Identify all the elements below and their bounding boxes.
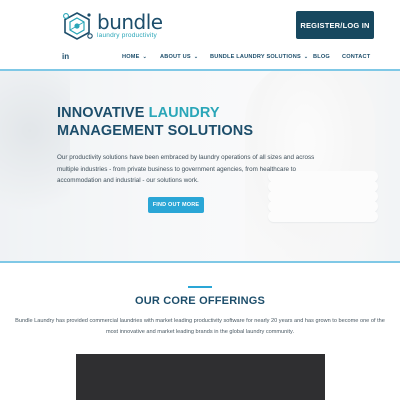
brand-tagline: laundry productivity — [97, 32, 157, 40]
brand-wordmark: bundle laundry productivity — [97, 12, 163, 40]
hero-title-part2: MANAGEMENT SOLUTIONS — [57, 123, 254, 139]
nav-item-label: BLOG — [313, 54, 330, 60]
hero-description: Our productivity solutions have been emb… — [57, 154, 315, 184]
chevron-down-icon: ⌄ — [142, 54, 147, 60]
register-login-button[interactable]: REGISTER/LOG IN — [296, 11, 374, 39]
chevron-down-icon: ⌄ — [303, 54, 309, 60]
linkedin-icon[interactable]: in — [62, 52, 69, 61]
chevron-down-icon: ⌄ — [193, 54, 199, 60]
hexagon-molecule-icon — [60, 11, 94, 41]
site-header: bundle laundry productivity REGISTER/LOG… — [0, 0, 400, 70]
section-title: OUR CORE OFFERINGS — [134, 295, 266, 307]
nav-item-label: ABOUT US — [160, 54, 191, 60]
video-player[interactable] — [76, 354, 325, 400]
find-out-more-button[interactable]: FIND OUT MORE — [148, 197, 204, 213]
nav-item-label: HOME — [122, 54, 140, 60]
nav-item-home[interactable]: HOME ⌄ — [122, 54, 147, 60]
hero-title-part1: INNOVATIVE — [57, 105, 149, 121]
nav-item-about-us[interactable]: ABOUT US ⌄ — [160, 54, 198, 60]
main-nav: in HOME ⌄ ABOUT US ⌄ BUNDLE LAUNDRY SOLU… — [0, 50, 400, 66]
hero-title-accent: LAUNDRY — [148, 105, 220, 121]
hero-divider — [0, 261, 400, 263]
nav-item-blog[interactable]: BLOG — [313, 54, 330, 60]
brand-name: bundle — [97, 10, 163, 35]
brand-logo[interactable]: bundle laundry productivity — [60, 10, 163, 42]
section-description: Bundle Laundry has provided commercial l… — [15, 318, 385, 335]
nav-item-solutions[interactable]: BUNDLE LAUNDRY SOLUTIONS ⌄ — [210, 54, 308, 60]
nav-item-label: BUNDLE LAUNDRY SOLUTIONS — [210, 54, 301, 60]
hero-title: INNOVATIVE LAUNDRY MANAGEMENT SOLUTIONS — [57, 104, 317, 140]
nav-item-label: CONTACT — [342, 54, 371, 60]
nav-item-contact[interactable]: CONTACT — [342, 54, 370, 60]
section-accent-rule — [188, 286, 212, 288]
